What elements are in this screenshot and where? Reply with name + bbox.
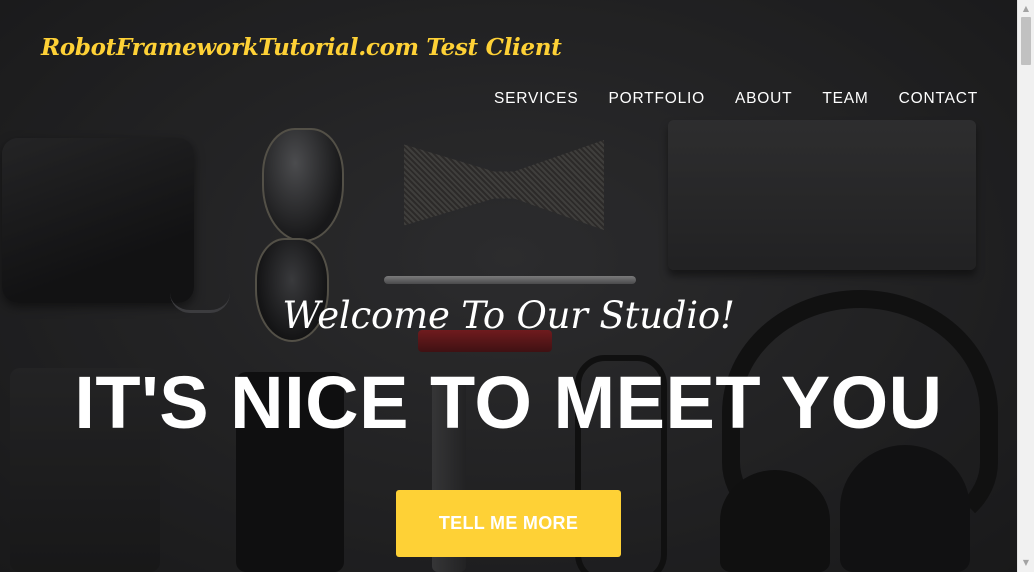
hero-heading: IT'S NICE TO MEET YOU [74, 361, 943, 444]
nav-item-team[interactable]: TEAM [822, 90, 868, 108]
nav-item-about[interactable]: ABOUT [735, 90, 792, 108]
vertical-scrollbar[interactable]: ▲ ▼ [1017, 0, 1034, 572]
page-viewport: RobotFrameworkTutorial.com Test Client S… [0, 0, 1034, 572]
background-overlay [0, 0, 1017, 572]
scrollbar-thumb[interactable] [1021, 17, 1031, 65]
hero-subheading: Welcome To Our Studio! [282, 294, 735, 337]
main-nav: SERVICES PORTFOLIO ABOUT TEAM CONTACT [494, 90, 978, 108]
nav-item-contact[interactable]: CONTACT [899, 90, 978, 108]
tell-me-more-button[interactable]: TELL ME MORE [396, 490, 621, 557]
nav-item-services[interactable]: SERVICES [494, 90, 579, 108]
scroll-down-icon[interactable]: ▼ [1018, 556, 1034, 570]
scroll-up-icon[interactable]: ▲ [1018, 2, 1034, 16]
brand-logo-link[interactable]: RobotFrameworkTutorial.com Test Client [41, 34, 562, 61]
hero-section: RobotFrameworkTutorial.com Test Client S… [0, 0, 1017, 572]
nav-item-portfolio[interactable]: PORTFOLIO [608, 90, 704, 108]
